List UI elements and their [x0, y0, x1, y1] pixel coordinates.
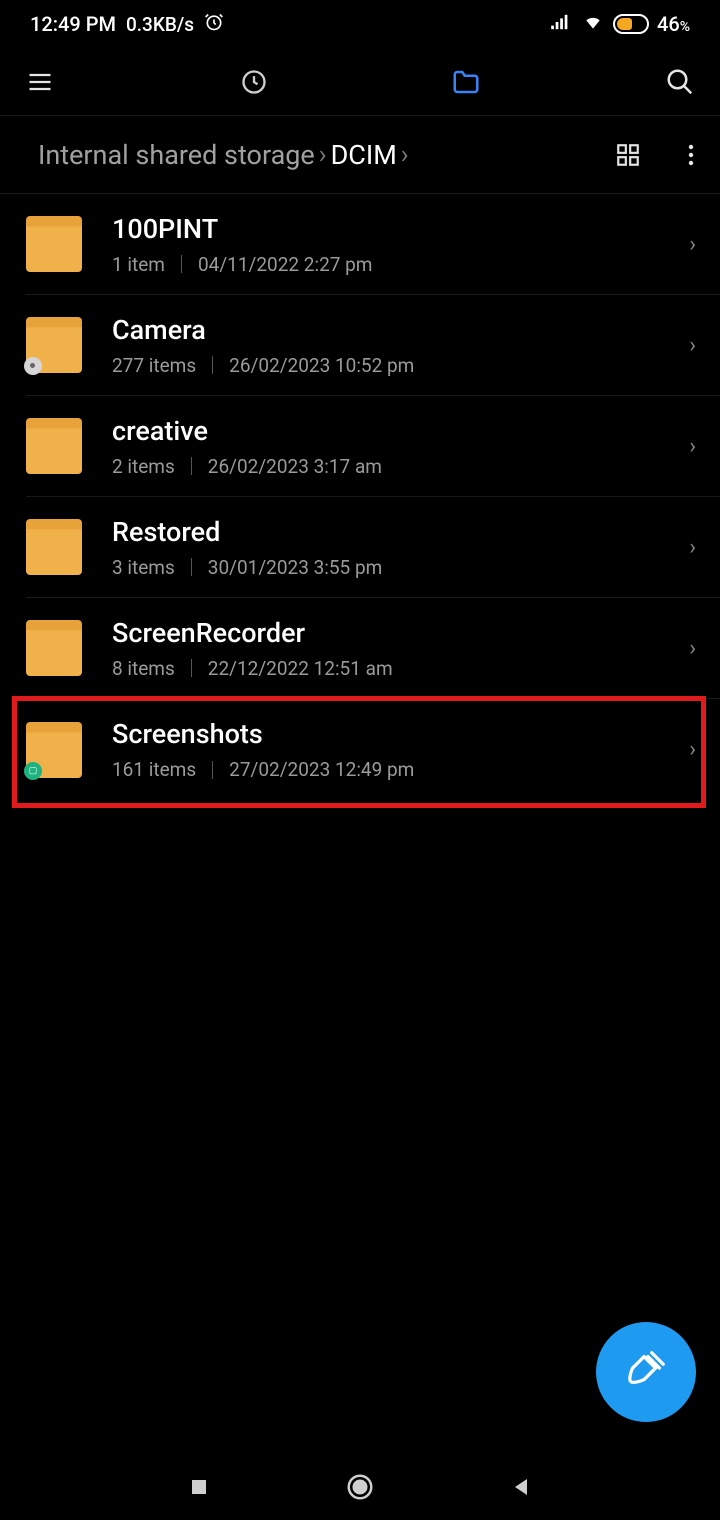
folder-name: Camera	[112, 314, 689, 346]
grid-view-icon[interactable]	[612, 139, 644, 171]
search-icon[interactable]	[664, 66, 696, 98]
chevron-right-icon: ›	[689, 737, 696, 762]
app-bar	[0, 48, 720, 116]
folder-item-count: 2 items	[112, 455, 175, 478]
clean-fab-button[interactable]	[596, 1322, 696, 1422]
status-time: 12:49 PM	[30, 12, 116, 36]
breadcrumb-root[interactable]: Internal shared storage	[38, 139, 315, 171]
separator	[191, 558, 192, 576]
signal-icon	[551, 12, 573, 36]
chevron-right-icon: ›	[319, 140, 327, 170]
breadcrumb-current: DCIM	[331, 139, 397, 171]
folder-row[interactable]: ScreenRecorder 8 items 22/12/2022 12:51 …	[26, 598, 720, 699]
chevron-right-icon: ›	[689, 434, 696, 459]
chevron-right-icon: ›	[401, 140, 409, 170]
wifi-icon	[581, 12, 605, 37]
folder-icon	[26, 317, 82, 373]
folder-row[interactable]: creative 2 items 26/02/2023 3:17 am ›	[26, 396, 720, 497]
screenshot-badge-icon: ▢	[24, 762, 42, 780]
folder-date: 27/02/2023 12:49 pm	[229, 758, 414, 781]
folder-icon	[26, 418, 82, 474]
folder-name: Screenshots	[112, 718, 689, 750]
folder-item-count: 3 items	[112, 556, 175, 579]
more-options-icon[interactable]	[686, 139, 696, 171]
folder-icon: ▢	[26, 722, 82, 778]
separator	[191, 457, 192, 475]
status-speed: 0.3KB/s	[126, 13, 194, 36]
folder-icon	[26, 620, 82, 676]
home-nav-icon[interactable]	[345, 1472, 375, 1506]
folder-row[interactable]: Restored 3 items 30/01/2023 3:55 pm ›	[26, 497, 720, 598]
separator	[191, 659, 192, 677]
chevron-right-icon: ›	[689, 333, 696, 358]
folder-date: 26/02/2023 10:52 pm	[229, 354, 414, 377]
alarm-icon	[204, 12, 224, 37]
folder-item-count: 8 items	[112, 657, 175, 680]
separator	[212, 761, 213, 779]
folder-date: 22/12/2022 12:51 am	[208, 657, 393, 680]
folder-icon	[26, 216, 82, 272]
folder-name: Restored	[112, 516, 689, 548]
folder-name: ScreenRecorder	[112, 617, 689, 649]
folder-item-count: 161 items	[112, 758, 196, 781]
folder-icon	[26, 519, 82, 575]
battery-icon	[613, 14, 649, 34]
folder-item-count: 1 item	[112, 253, 165, 276]
breadcrumb[interactable]: Internal shared storage › DCIM ›	[38, 139, 409, 171]
camera-badge-icon	[24, 357, 42, 375]
status-bar: 12:49 PM 0.3KB/s 46%	[0, 0, 720, 48]
folder-item-count: 277 items	[112, 354, 196, 377]
breadcrumb-bar: Internal shared storage › DCIM ›	[0, 116, 720, 194]
back-nav-icon[interactable]	[509, 1475, 533, 1503]
chevron-right-icon: ›	[689, 535, 696, 560]
chevron-right-icon: ›	[689, 232, 696, 257]
separator	[181, 255, 182, 273]
folder-name: 100PINT	[112, 213, 689, 245]
folder-name: creative	[112, 415, 689, 447]
folder-row[interactable]: ▢ Screenshots 161 items 27/02/2023 12:49…	[26, 699, 720, 800]
recents-tab-icon[interactable]	[238, 66, 270, 98]
broom-icon	[623, 1347, 669, 1397]
separator	[212, 356, 213, 374]
recents-nav-icon[interactable]	[187, 1475, 211, 1503]
battery-percent: 46%	[657, 12, 690, 36]
folders-tab-icon[interactable]	[450, 66, 482, 98]
folder-row[interactable]: Camera 277 items 26/02/2023 10:52 pm ›	[26, 295, 720, 396]
folder-date: 30/01/2023 3:55 pm	[208, 556, 383, 579]
system-nav-bar	[0, 1458, 720, 1520]
folder-date: 04/11/2022 2:27 pm	[198, 253, 373, 276]
folder-date: 26/02/2023 3:17 am	[208, 455, 382, 478]
hamburger-icon[interactable]	[24, 66, 56, 98]
chevron-right-icon: ›	[689, 636, 696, 661]
folder-row[interactable]: 100PINT 1 item 04/11/2022 2:27 pm ›	[26, 194, 720, 295]
folder-list: 100PINT 1 item 04/11/2022 2:27 pm › Came…	[0, 194, 720, 800]
